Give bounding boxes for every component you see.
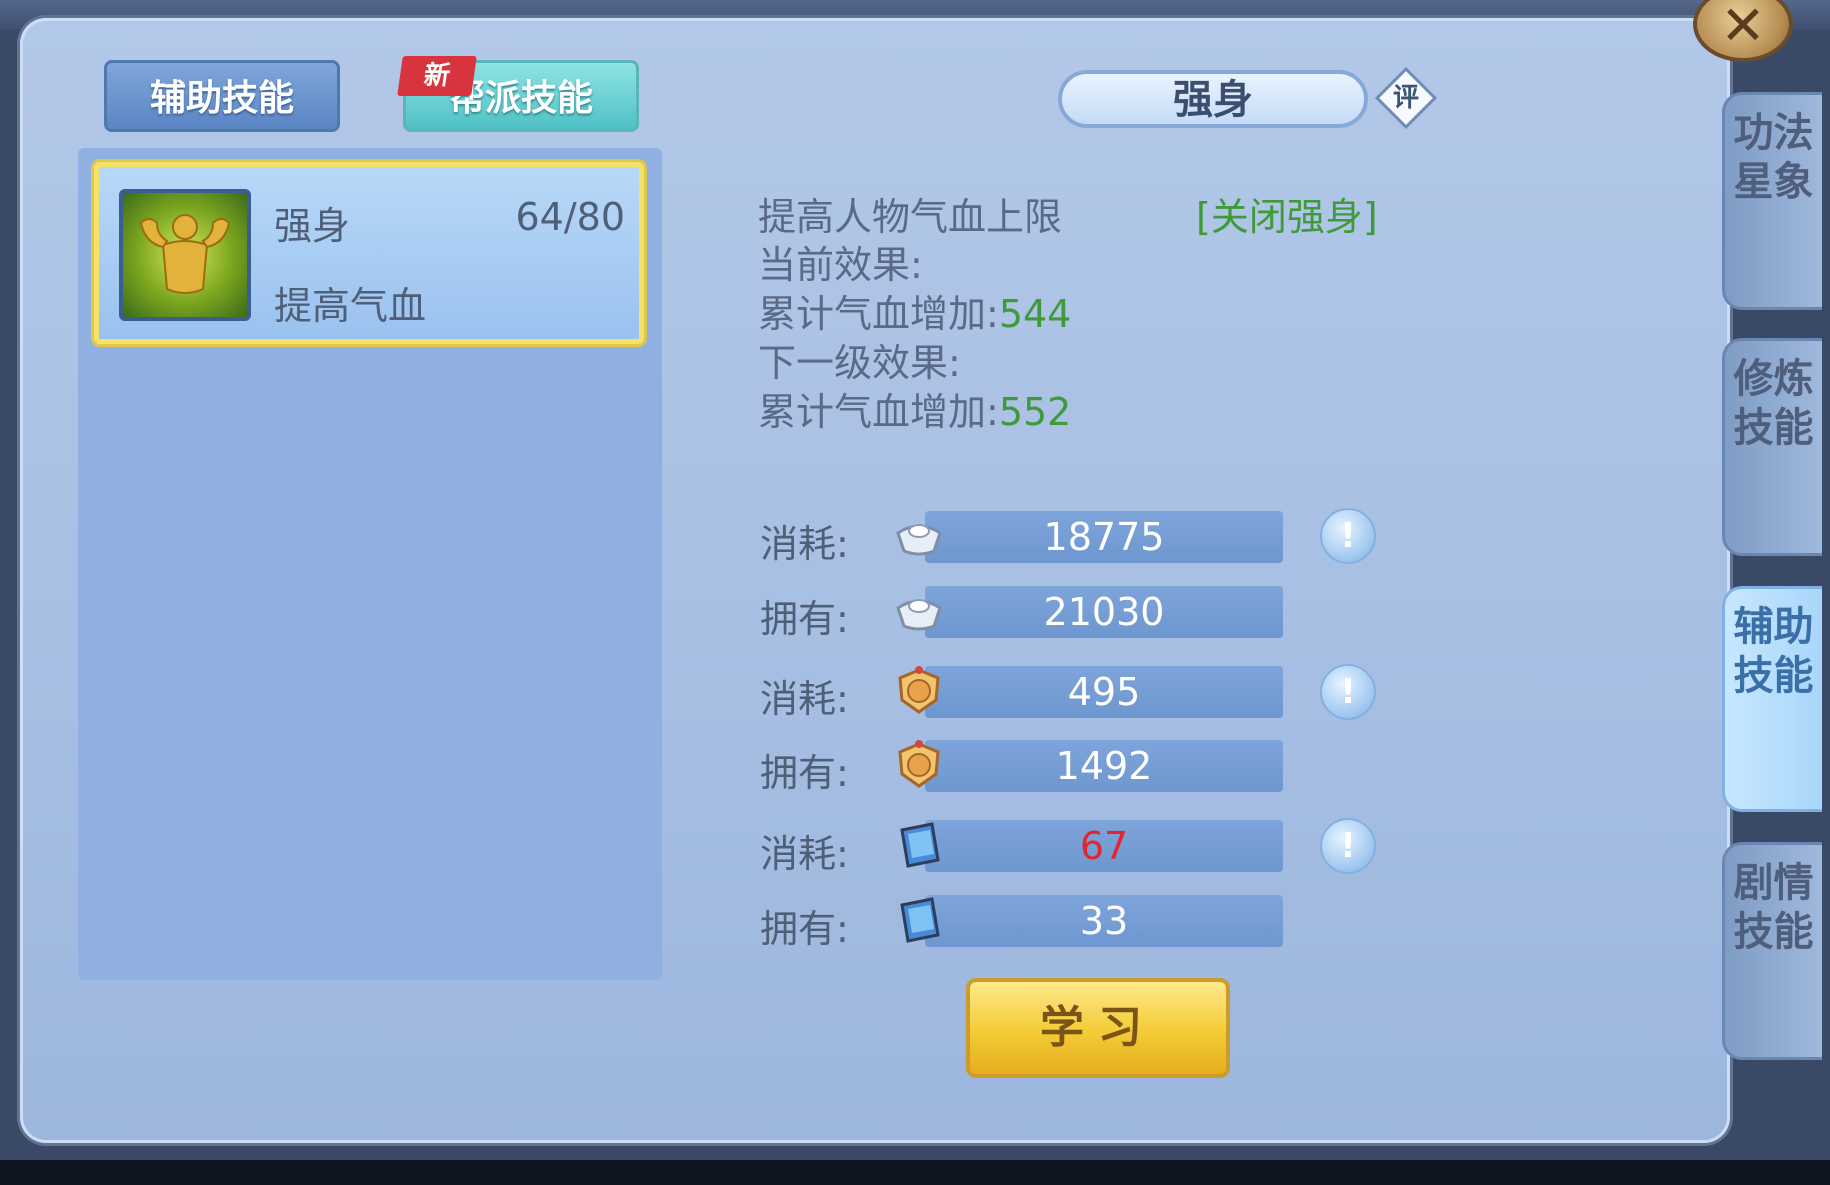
learn-button[interactable]: 学习 <box>966 978 1230 1078</box>
rate-label: 评 <box>1392 83 1419 113</box>
info-button[interactable]: ! <box>1320 508 1376 564</box>
side-tab-story[interactable]: 剧情技能 <box>1722 842 1822 1060</box>
resource-value: 33 <box>925 895 1283 947</box>
contribution-medal-icon <box>898 666 940 714</box>
next-stat-label: 累计气血增加: <box>758 390 999 434</box>
bottom-strip <box>0 1160 1830 1185</box>
info-button[interactable]: ! <box>1320 664 1376 720</box>
current-effect-label: 当前效果: <box>758 243 923 287</box>
resource-label: 消耗: <box>760 677 849 721</box>
side-tab-cultivation[interactable]: 修炼技能 <box>1722 338 1822 556</box>
skill-level: 64/80 <box>515 195 625 239</box>
side-tab-aux[interactable]: 辅助技能 <box>1722 586 1822 812</box>
muscle-man-icon <box>119 189 251 321</box>
resource-label: 消耗: <box>760 522 849 566</box>
skill-name: 强身 <box>274 204 351 248</box>
skill-title: 强身 <box>1058 70 1368 128</box>
side-tab-stars[interactable]: 功法星象 <box>1722 92 1822 310</box>
resource-value: 18775 <box>925 511 1283 563</box>
resource-value: 67 <box>925 820 1283 872</box>
skill-book-icon <box>900 897 940 943</box>
current-stat-value: 544 <box>998 292 1072 336</box>
contribution-medal-icon <box>898 740 940 788</box>
resource-value: 1492 <box>925 740 1283 792</box>
new-badge: 新 <box>397 56 477 96</box>
resource-label: 拥有: <box>760 597 849 641</box>
skill-book-icon <box>900 822 940 868</box>
info-button[interactable]: ! <box>1320 818 1376 874</box>
current-stat-label: 累计气血增加: <box>758 292 999 336</box>
close-button[interactable]: ✕ <box>1693 0 1793 62</box>
next-stat-value: 552 <box>998 390 1072 434</box>
toggle-skill-link[interactable]: [关闭强身] <box>1196 186 1378 241</box>
next-effect-label: 下一级效果: <box>758 341 961 385</box>
resource-label: 拥有: <box>760 751 849 795</box>
silver-ingot-icon <box>896 599 942 631</box>
skill-description: 提高人物气血上限 <box>758 195 1063 239</box>
next-effect-row: 累计气血增加:552 <box>758 381 1071 436</box>
resource-label: 拥有: <box>760 907 849 951</box>
silver-ingot-icon <box>896 524 942 556</box>
resource-value: 495 <box>925 666 1283 718</box>
tab-aux-skills[interactable]: 辅助技能 <box>104 60 340 132</box>
close-icon: ✕ <box>1720 0 1766 57</box>
resource-label: 消耗: <box>760 832 849 876</box>
current-effect-row: 累计气血增加:544 <box>758 283 1071 338</box>
skill-list-item[interactable]: 强身 64/80 提高气血 <box>94 162 644 344</box>
resource-value: 21030 <box>925 586 1283 638</box>
skill-short-desc: 提高气血 <box>274 284 427 328</box>
